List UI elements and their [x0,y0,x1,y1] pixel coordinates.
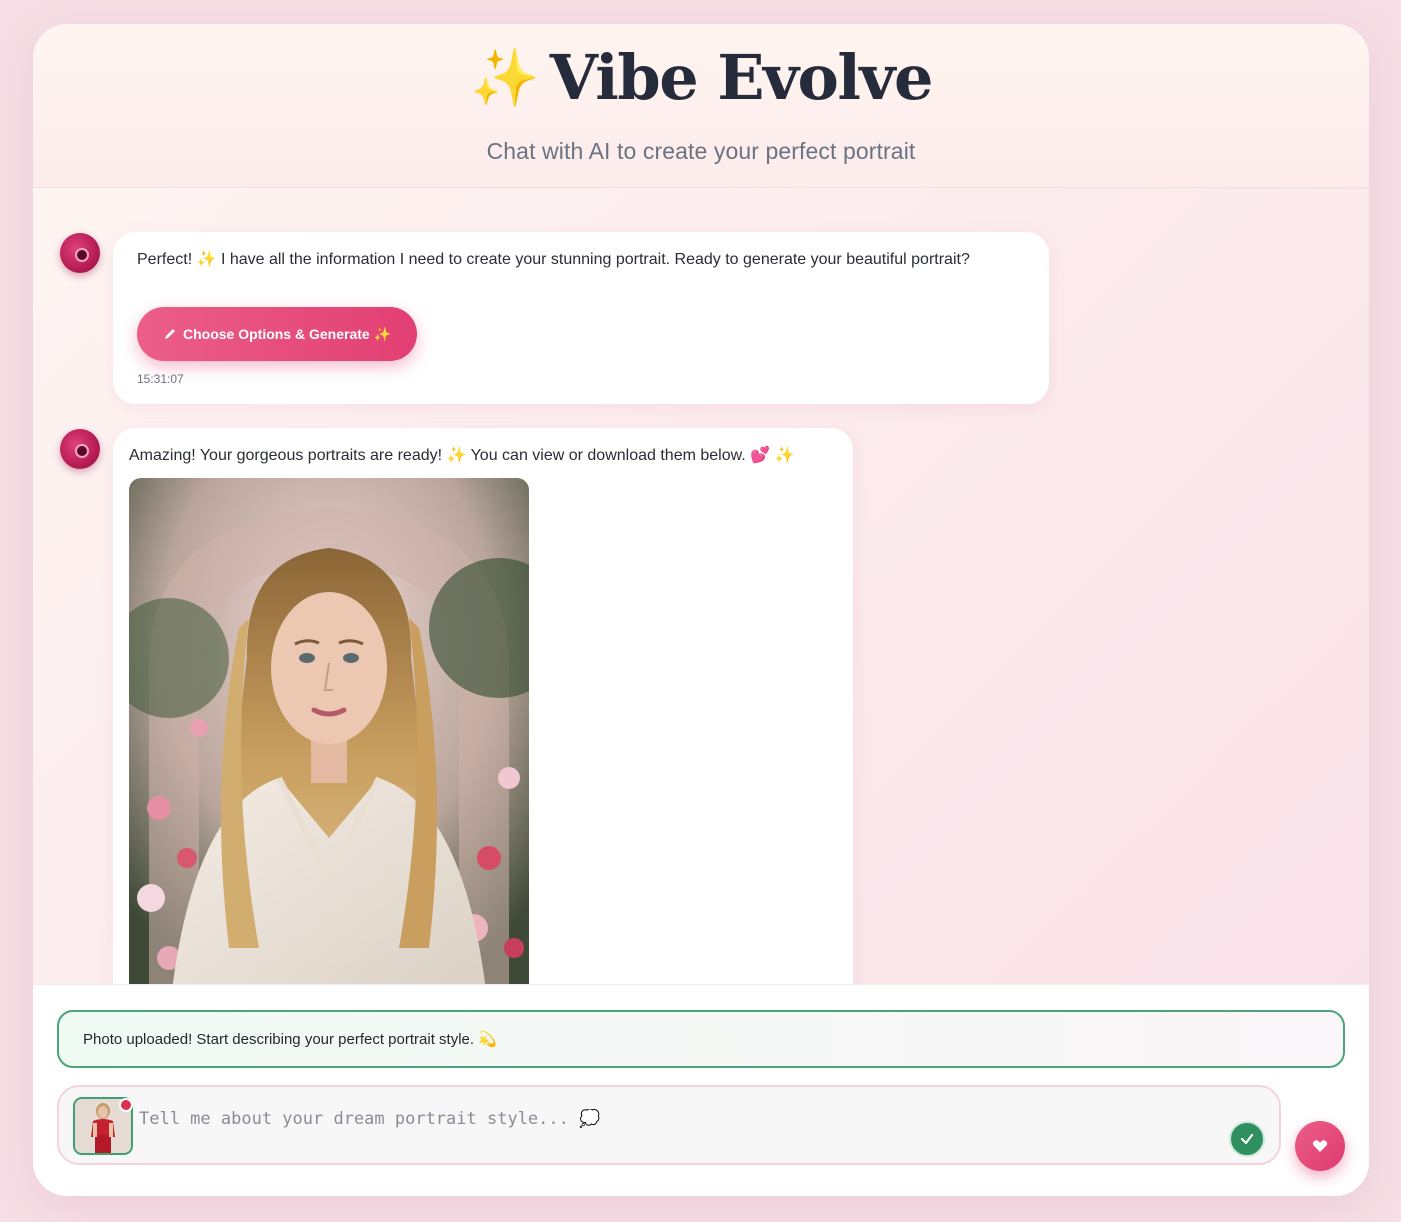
app-title: Vibe Evolve [549,41,934,114]
message-input[interactable] [139,1105,1199,1133]
upload-notice-text: Photo uploaded! Start describing your pe… [83,1031,497,1048]
send-button[interactable] [1295,1121,1345,1171]
assistant-message: Amazing! Your gorgeous portraits are rea… [113,428,853,984]
composer-area: Photo uploaded! Start describing your pe… [33,984,1369,1196]
header: ✨ Vibe Evolve Chat with AI to create you… [33,24,1369,188]
portrait-image[interactable] [129,478,529,984]
pencil-icon [164,329,175,339]
assistant-message: Perfect! ✨ I have all the information I … [113,232,1049,404]
message-text: Amazing! Your gorgeous portraits are rea… [129,447,795,464]
sparkle-icon: ✨ [470,46,540,109]
remove-photo-indicator[interactable] [119,1098,133,1112]
heart-icon [1312,1140,1328,1152]
app-subtitle: Chat with AI to create your perfect port… [486,138,916,164]
generate-button-label: Choose Options & Generate ✨ [182,325,392,342]
title-row: ✨ Vibe Evolve [33,38,1369,118]
message-input-container [57,1085,1281,1165]
message-timestamp: 15:31:07 [137,372,184,386]
message-text: Perfect! ✨ I have all the information I … [137,251,970,268]
app-window: ✨ Vibe Evolve Chat with AI to create you… [33,24,1369,1196]
choose-options-generate-button[interactable]: Choose Options & Generate ✨ [137,307,417,361]
assistant-avatar [60,233,100,273]
portrait-illustration [129,478,529,984]
assistant-avatar [60,429,100,469]
chat-area[interactable]: Perfect! ✨ I have all the information I … [33,188,1369,984]
check-icon [1229,1121,1265,1157]
upload-notice: Photo uploaded! Start describing your pe… [57,1010,1345,1068]
